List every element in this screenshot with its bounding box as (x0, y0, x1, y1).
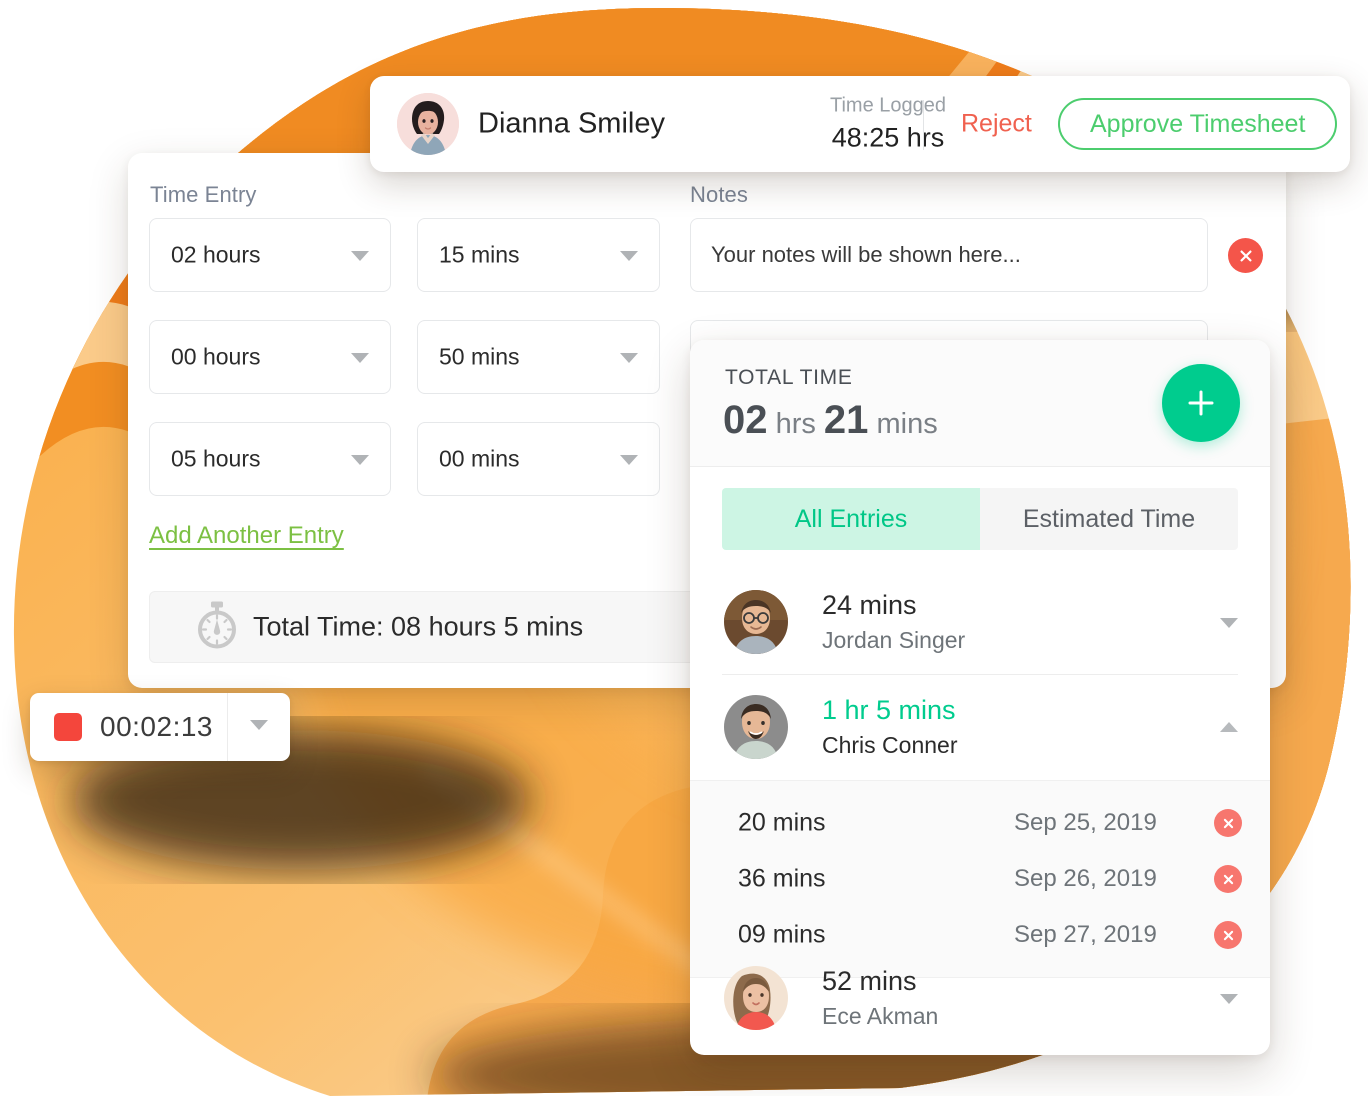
user-name: Dianna Smiley (478, 107, 665, 140)
hours-value-row-3: 05 hours (171, 445, 261, 472)
close-icon (1223, 930, 1233, 940)
tab-estimated-time[interactable]: Estimated Time (980, 488, 1238, 550)
total-minutes-unit: mins (876, 408, 938, 440)
add-entry-button[interactable] (1162, 364, 1240, 442)
list-item[interactable]: 24 mins Jordan Singer (690, 570, 1270, 674)
minutes-select-row-1[interactable]: 15 mins (417, 218, 660, 292)
total-time-header: TOTAL TIME 02 hrs 21 mins (690, 340, 1270, 467)
hours-value-row-2: 00 hours (171, 343, 261, 370)
chevron-down-icon (250, 720, 268, 730)
minutes-value-row-3: 00 mins (439, 445, 520, 472)
minutes-value-row-1: 15 mins (439, 241, 520, 268)
approve-timesheet-button[interactable]: Approve Timesheet (1058, 98, 1338, 150)
timer-dropdown-button[interactable] (227, 693, 290, 761)
minutes-select-row-3[interactable]: 00 mins (417, 422, 660, 496)
chevron-down-icon (620, 251, 638, 261)
delete-sub-entry-button[interactable] (1214, 921, 1242, 949)
stop-square-icon[interactable] (54, 713, 82, 741)
total-time-caption: TOTAL TIME (725, 366, 853, 389)
list-item-duration: 52 mins (822, 966, 917, 996)
list-item-name: Chris Conner (822, 732, 958, 758)
entries-tabs: All Entries Estimated Time (722, 488, 1238, 550)
avatar (724, 590, 788, 654)
table-row[interactable]: 36 mins Sep 26, 2019 (690, 851, 1270, 907)
minutes-value-row-2: 50 mins (439, 343, 520, 370)
close-icon (1223, 818, 1233, 828)
chevron-down-icon (351, 251, 369, 261)
chevron-down-icon (351, 455, 369, 465)
hours-select-row-1[interactable]: 02 hours (149, 218, 391, 292)
delete-sub-entry-button[interactable] (1214, 865, 1242, 893)
list-item-duration: 24 mins (822, 590, 917, 620)
plus-icon (1188, 390, 1214, 416)
time-entry-label: Time Entry (150, 182, 257, 207)
close-icon (1223, 874, 1233, 884)
total-time-value: 02 hrs 21 mins (723, 398, 938, 443)
header-divider (923, 100, 924, 150)
notes-field-row-1[interactable]: Your notes will be shown here... (690, 218, 1208, 292)
approve-timesheet-label: Approve Timesheet (1090, 109, 1306, 138)
hours-select-row-3[interactable]: 05 hours (149, 422, 391, 496)
chevron-down-icon (620, 353, 638, 363)
sub-entry-date: Sep 26, 2019 (1014, 865, 1157, 892)
timer-display[interactable]: 00:02:13 (30, 693, 227, 761)
total-hours-unit: hrs (775, 408, 816, 440)
close-icon (1240, 250, 1251, 261)
avatar (724, 695, 788, 759)
chevron-down-icon[interactable] (1220, 994, 1238, 1004)
table-row[interactable]: 20 mins Sep 25, 2019 (690, 795, 1270, 851)
timesheet-header-bar: Dianna Smiley Time Logged 48:25 hrs Reje… (370, 76, 1350, 172)
list-item[interactable]: 52 mins Ece Akman (690, 946, 1270, 1050)
tab-all-entries[interactable]: All Entries (722, 488, 980, 550)
running-timer-widget: 00:02:13 (30, 693, 290, 761)
chevron-down-icon (351, 353, 369, 363)
list-item-duration: 1 hr 5 mins (822, 695, 956, 725)
reject-button[interactable]: Reject (961, 110, 1032, 139)
sub-entry-date: Sep 27, 2019 (1014, 921, 1157, 948)
stopwatch-icon (195, 601, 239, 654)
sub-entry-duration: 20 mins (738, 808, 826, 837)
delete-sub-entry-button[interactable] (1214, 809, 1242, 837)
total-hours-number: 02 (723, 398, 768, 442)
delete-row-1-button[interactable] (1228, 238, 1263, 273)
list-item-name: Ece Akman (822, 1003, 939, 1029)
notes-label: Notes (690, 182, 748, 207)
chevron-down-icon (620, 455, 638, 465)
list-item-name: Jordan Singer (822, 627, 966, 653)
add-another-entry-link[interactable]: Add Another Entry (149, 522, 344, 550)
sub-entry-duration: 36 mins (738, 864, 826, 893)
timer-value: 00:02:13 (100, 711, 213, 742)
total-minutes-number: 21 (823, 398, 869, 442)
avatar (724, 966, 788, 1030)
chevron-up-icon[interactable] (1220, 722, 1238, 732)
avatar (397, 93, 459, 155)
total-time-text: Total Time: 08 hours 5 mins (253, 611, 584, 642)
total-time-panel: TOTAL TIME 02 hrs 21 mins All Entries Es… (690, 340, 1270, 1055)
notes-value-row-1: Your notes will be shown here... (711, 242, 1021, 267)
minutes-select-row-2[interactable]: 50 mins (417, 320, 660, 394)
hours-select-row-2[interactable]: 00 hours (149, 320, 391, 394)
list-item[interactable]: 1 hr 5 mins Chris Conner (690, 675, 1270, 779)
chevron-down-icon[interactable] (1220, 618, 1238, 628)
sub-entry-date: Sep 25, 2019 (1014, 809, 1157, 836)
hours-value-row-1: 02 hours (171, 241, 261, 268)
